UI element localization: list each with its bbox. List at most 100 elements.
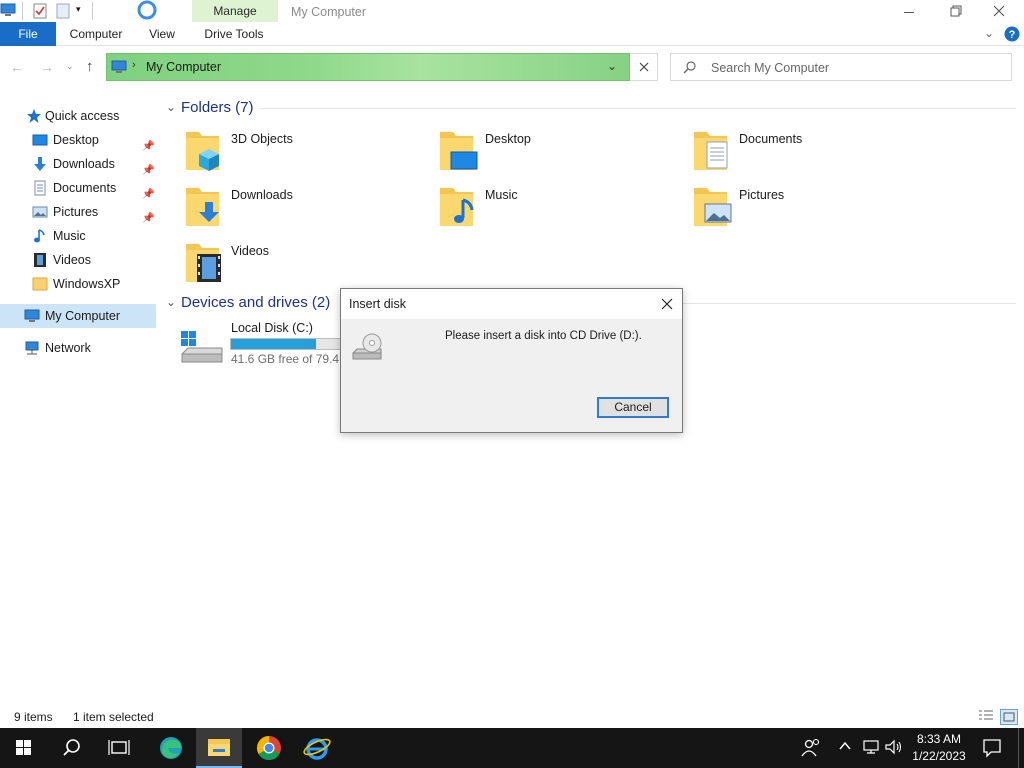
music-icon — [439, 184, 479, 228]
tab-drive-tools[interactable]: Drive Tools — [196, 22, 272, 46]
address-row: ← → ⌄ ↑ › My Computer ⌄ Search My Comput… — [0, 47, 1024, 87]
edge-icon — [160, 737, 182, 759]
manage-label[interactable]: Manage — [192, 4, 278, 18]
folder-music[interactable]: Music — [439, 184, 679, 236]
computer-icon[interactable] — [0, 3, 16, 17]
large-icons-view-icon[interactable] — [1000, 709, 1018, 725]
nav-label: Documents — [53, 181, 117, 195]
desktop-icon — [439, 128, 479, 172]
hard-drive-icon — [180, 330, 224, 364]
show-hidden-icons-icon[interactable] — [838, 739, 852, 753]
customize-quick-access-icon[interactable]: ▾ — [76, 4, 81, 15]
nav-item-my-computer[interactable]: My Computer — [0, 304, 156, 328]
drive-usage-fill — [231, 339, 316, 349]
volume-icon[interactable] — [884, 739, 904, 755]
close-icon — [639, 62, 649, 72]
search-input[interactable]: Search My Computer — [670, 53, 1012, 81]
clock-time[interactable]: 8:33 AM — [906, 732, 972, 746]
nav-item-videos[interactable]: Videos — [0, 248, 156, 272]
task-view-icon — [108, 740, 130, 755]
notifications-icon[interactable] — [982, 738, 1002, 758]
devices-section-header[interactable]: Devices and drives (2) — [181, 294, 330, 311]
folder-label: 3D Objects — [231, 132, 293, 146]
back-icon[interactable]: ← — [10, 59, 24, 75]
svg-text:?: ? — [1009, 29, 1016, 41]
restore-button[interactable] — [944, 2, 966, 20]
nav-label: My Computer — [45, 309, 121, 323]
cortana-icon — [136, 0, 158, 20]
star-icon — [26, 108, 42, 124]
dialog-title: Insert disk — [349, 297, 406, 311]
minimize-button[interactable] — [898, 2, 920, 20]
nav-label: Downloads — [53, 157, 115, 171]
nav-quick-access[interactable]: Quick access — [0, 104, 156, 128]
clock-date[interactable]: 1/22/2023 — [906, 749, 972, 763]
nav-item-windowsxp[interactable]: WindowsXP — [0, 272, 156, 296]
folder-downloads[interactable]: Downloads — [185, 184, 425, 236]
new-folder-icon[interactable] — [56, 3, 70, 19]
start-button[interactable] — [0, 728, 46, 768]
nav-label: Network — [45, 341, 91, 355]
people-icon[interactable] — [800, 738, 822, 758]
forward-icon[interactable]: → — [40, 59, 54, 75]
folders-section-header[interactable]: Folders (7) — [181, 99, 254, 116]
section-divider — [260, 108, 1016, 109]
videos-icon — [185, 240, 225, 284]
tab-view[interactable]: View — [140, 22, 184, 46]
address-dropdown-icon[interactable]: ⌄ — [607, 59, 617, 73]
search-icon — [63, 739, 80, 756]
chevron-down-icon[interactable]: ⌄ — [166, 100, 176, 114]
expand-ribbon-icon[interactable]: ⌄ — [984, 26, 994, 40]
details-view-icon[interactable] — [978, 709, 994, 723]
window-title: My Computer — [291, 5, 367, 19]
computer-icon — [24, 308, 40, 324]
nav-label: Pictures — [53, 205, 99, 219]
music-icon — [32, 228, 48, 244]
folder-icon — [32, 276, 48, 292]
task-view-button[interactable] — [96, 728, 142, 768]
network-status-icon[interactable] — [862, 739, 880, 755]
tab-file[interactable]: File — [0, 22, 56, 46]
nav-item-desktop[interactable]: Desktop 📌 — [0, 128, 156, 152]
folder-videos[interactable]: Videos — [185, 240, 425, 292]
edge-button[interactable] — [148, 728, 194, 768]
search-button[interactable] — [48, 728, 94, 768]
cancel-address-button[interactable] — [630, 53, 658, 81]
nav-item-pictures[interactable]: Pictures 📌 — [0, 200, 156, 224]
ribbon-tabs: File Computer View Drive Tools ⌄ ? — [0, 22, 1024, 46]
dialog-close-button[interactable] — [657, 294, 677, 314]
file-explorer-button[interactable] — [196, 728, 242, 768]
chrome-button[interactable] — [246, 728, 292, 768]
nav-item-music[interactable]: Music — [0, 224, 156, 248]
nav-label: WindowsXP — [53, 277, 121, 291]
close-button[interactable] — [988, 2, 1010, 20]
folder-desktop[interactable]: Desktop — [439, 128, 679, 180]
nav-item-downloads[interactable]: Downloads 📌 — [0, 152, 156, 176]
up-icon[interactable]: ↑ — [86, 58, 94, 75]
desktop-icon — [32, 132, 48, 148]
cancel-button[interactable]: Cancel — [597, 397, 669, 418]
downloads-icon — [185, 184, 225, 228]
network-icon — [24, 340, 40, 356]
computer-icon — [111, 60, 127, 74]
documents-icon — [32, 180, 48, 196]
address-path[interactable]: My Computer — [146, 60, 221, 74]
tab-computer[interactable]: Computer — [62, 22, 130, 46]
folder-documents[interactable]: Documents — [693, 128, 933, 180]
nav-item-documents[interactable]: Documents 📌 — [0, 176, 156, 200]
internet-explorer-button[interactable] — [294, 728, 340, 768]
folder-pictures[interactable]: Pictures — [693, 184, 933, 236]
chevron-down-icon[interactable]: ⌄ — [166, 295, 176, 309]
file-explorer-icon — [208, 739, 230, 756]
recent-locations-icon[interactable]: ⌄ — [66, 61, 74, 72]
downloads-icon — [32, 156, 48, 172]
breadcrumb-separator-icon[interactable]: › — [132, 59, 136, 71]
folder-3d-objects[interactable]: 3D Objects — [185, 128, 425, 180]
search-placeholder: Search My Computer — [711, 61, 830, 75]
properties-icon[interactable] — [32, 3, 48, 19]
show-desktop-button[interactable] — [1018, 728, 1024, 768]
nav-label: Desktop — [53, 133, 99, 147]
address-bar[interactable]: › My Computer ⌄ — [106, 53, 630, 81]
nav-item-network[interactable]: Network — [0, 336, 156, 360]
help-icon[interactable]: ? — [1004, 26, 1020, 42]
